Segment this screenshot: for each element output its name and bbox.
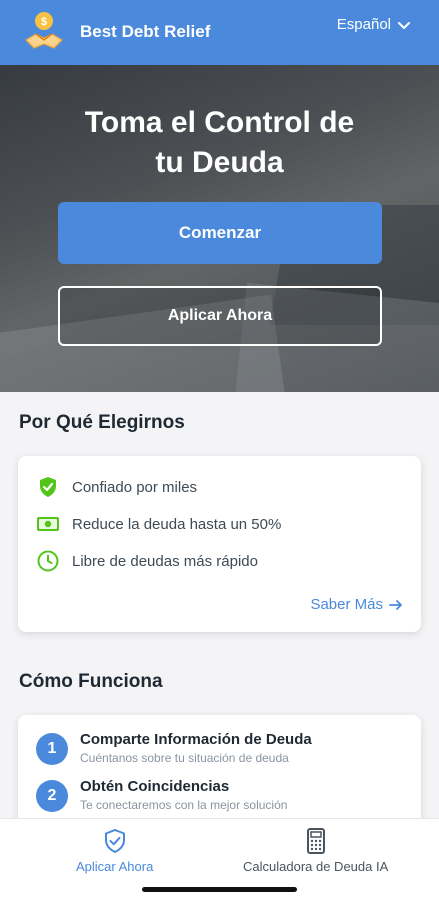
step-item: 2 Obtén Coincidencias Te conectaremos co…	[36, 778, 287, 812]
hero-title-line2: tu Deuda	[155, 146, 284, 179]
learn-more-label: Saber Más	[310, 596, 383, 613]
feature-label: Libre de deudas más rápido	[72, 552, 258, 570]
feature-label: Confiado por miles	[72, 478, 198, 496]
shield-check-icon	[40, 477, 56, 497]
hero-banner: Toma el Control de tu Deuda Comenzar Apl…	[0, 65, 439, 392]
how-section-title: Cómo Funciona	[19, 671, 163, 692]
step-number: 1	[36, 733, 68, 765]
svg-text:$: $	[41, 16, 47, 28]
why-card: Confiado por miles Reduce la deuda hasta…	[18, 456, 421, 632]
calculator-icon	[306, 828, 325, 854]
why-section-title: Por Qué Elegirnos	[19, 412, 185, 433]
nav-label: Aplicar Ahora	[76, 859, 154, 874]
learn-more-link[interactable]: Saber Más	[310, 596, 403, 613]
hero-title: Toma el Control de tu Deuda	[0, 103, 439, 183]
nav-label: Calculadora de Deuda IA	[243, 859, 389, 874]
step-subtitle: Cuéntanos sobre tu situación de deuda	[80, 751, 289, 765]
step-number: 2	[36, 780, 68, 812]
money-icon	[37, 517, 59, 531]
apply-now-button[interactable]: Aplicar Ahora	[58, 286, 382, 346]
feature-item: Confiado por miles	[36, 475, 197, 499]
clock-icon	[37, 550, 59, 572]
shield-check-icon	[104, 828, 125, 854]
step-title: Comparte Información de Deuda	[80, 731, 312, 748]
brand-name: Best Debt Relief	[80, 22, 211, 41]
nav-debt-calculator[interactable]: Calculadora de Deuda IA	[243, 827, 388, 874]
home-indicator	[142, 887, 297, 892]
language-selector[interactable]: Español	[337, 16, 411, 33]
feature-item: Reduce la deuda hasta un 50%	[36, 512, 281, 536]
language-label: Español	[336, 16, 391, 33]
hero-title-line1: Toma el Control de	[84, 106, 355, 139]
step-item: 1 Comparte Información de Deuda Cuéntano…	[36, 731, 312, 765]
handshake-coin-logo: $	[24, 10, 64, 54]
step-subtitle: Te conectaremos con la mejor solución	[80, 798, 288, 812]
arrow-right-icon	[389, 599, 402, 610]
feature-item: Libre de deudas más rápido	[36, 549, 258, 573]
step-title: Obtén Coincidencias	[80, 778, 230, 795]
app-header: $ Best Debt Relief Español	[0, 0, 439, 65]
nav-apply-now[interactable]: Aplicar Ahora	[76, 827, 153, 874]
start-button[interactable]: Comenzar	[58, 202, 382, 264]
chevron-down-icon	[398, 21, 410, 29]
feature-label: Reduce la deuda hasta un 50%	[72, 515, 282, 533]
